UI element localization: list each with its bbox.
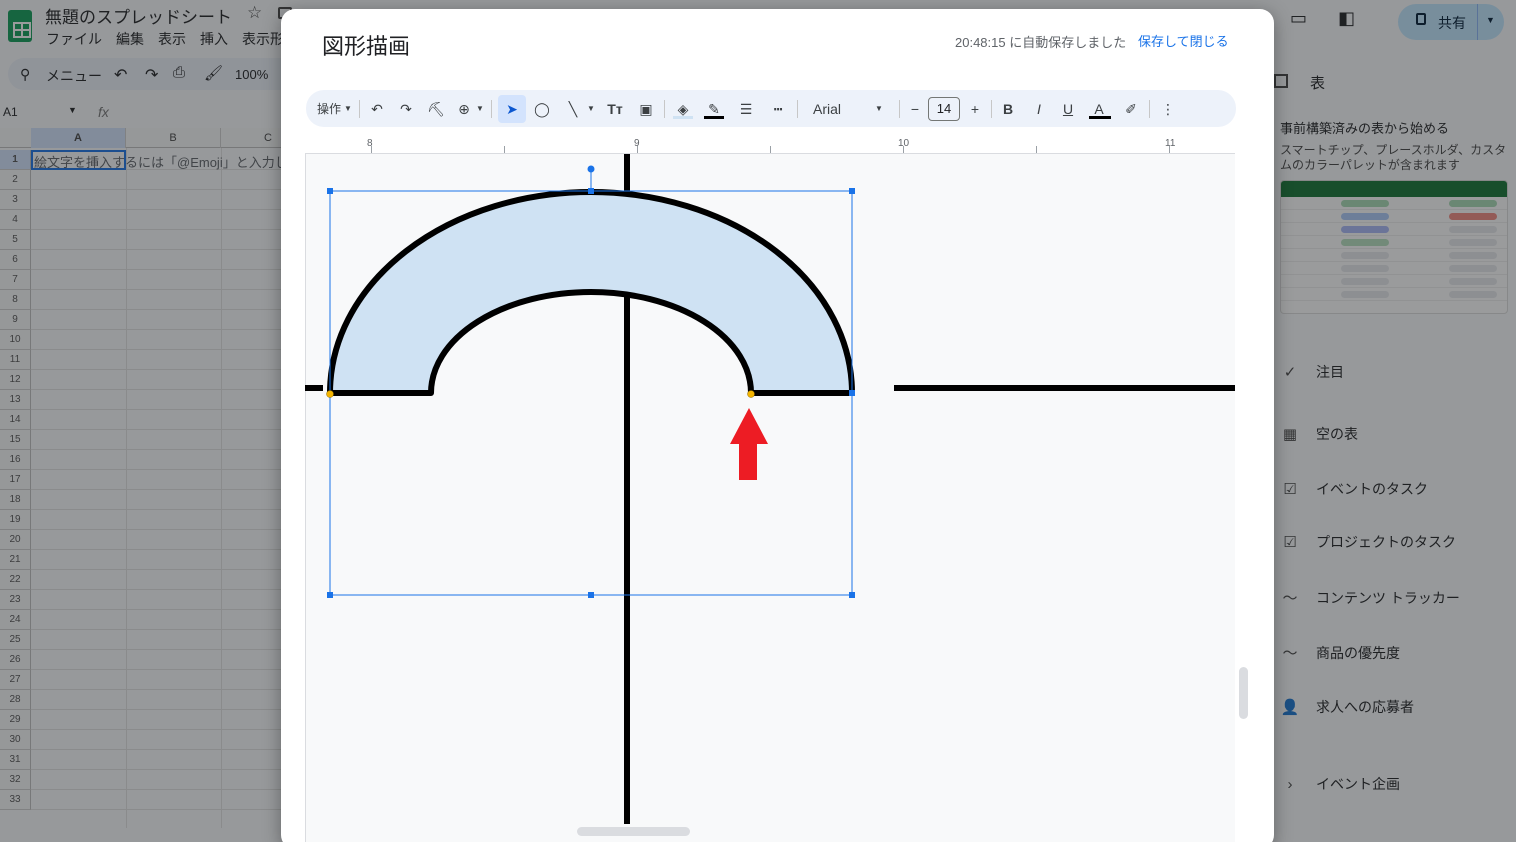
decrease-font-size-icon[interactable]: − [909,98,921,120]
ruler-tick [1169,146,1170,153]
chevron-down-icon[interactable]: ▼ [344,98,352,120]
resize-handle[interactable] [588,592,594,598]
ruler-tick [903,146,904,153]
shape-icon[interactable]: ◯ [534,98,550,120]
increase-font-size-icon[interactable]: + [969,98,981,120]
drawing-dialog: 図形描画 20:48:15 に自動保存しました 保存して閉じる 操作 ▼ ↶ ↷… [281,9,1274,842]
vertical-scrollbar[interactable] [1239,667,1248,719]
ruler-tick [1036,146,1037,153]
toolbar-divider [991,100,992,118]
image-icon[interactable]: ▣ [638,98,654,120]
text-box-icon[interactable]: Tт [605,98,625,120]
zoom-icon[interactable]: ⊕ [456,98,472,120]
resize-handle[interactable] [327,592,333,598]
redo-icon[interactable]: ↷ [398,98,414,120]
block-arc-shape[interactable] [327,189,855,396]
ruler-tick [371,146,372,153]
toolbar-divider [359,100,360,118]
resize-handle[interactable] [588,188,594,194]
font-select[interactable]: Arial [813,98,841,120]
text-color-swatch [1089,116,1111,119]
underline-button[interactable]: U [1061,98,1075,120]
rotate-handle[interactable] [587,165,595,173]
adjust-handle[interactable] [747,390,755,398]
ruler-tick [637,146,638,153]
toolbar-divider [1149,100,1150,118]
chevron-down-icon[interactable]: ▼ [476,98,484,120]
resize-handle[interactable] [849,390,855,396]
toolbar-divider [491,100,492,118]
ruler-tick [770,146,771,153]
font-size-input[interactable]: 14 [928,97,960,121]
select-pointer-icon[interactable]: ➤ [504,98,520,120]
autosave-status: 20:48:15 に自動保存しました [955,35,1127,50]
resize-handle[interactable] [849,592,855,598]
fill-color-swatch [673,116,693,119]
chevron-down-icon[interactable]: ▼ [875,98,883,120]
ruler-label: 11 [1165,138,1176,149]
red-up-arrow [730,408,768,480]
ruler-tick [504,146,505,153]
paint-format-icon[interactable]: ⛏ [427,98,445,120]
border-dash-icon[interactable]: ┅ [770,98,786,120]
adjust-handle[interactable] [326,390,334,398]
toolbar-divider [797,100,798,118]
horizontal-scrollbar[interactable] [577,827,690,836]
border-color-swatch [704,116,724,119]
bold-button[interactable]: B [1001,98,1015,120]
line-icon[interactable]: ╲ [565,98,581,120]
save-and-close-button[interactable]: 保存して閉じる [1138,31,1229,50]
border-weight-icon[interactable]: ☰ [738,98,754,120]
actions-menu[interactable]: 操作 [317,98,341,120]
resize-handle[interactable] [327,188,333,194]
undo-icon[interactable]: ↶ [369,98,385,120]
toolbar-divider [899,100,900,118]
more-options-icon[interactable]: ⋮ [1161,98,1175,120]
drawing-shapes[interactable] [305,154,1235,842]
resize-handle[interactable] [849,188,855,194]
toolbar-divider [664,100,665,118]
highlight-icon[interactable]: ✐ [1123,98,1139,120]
dialog-title: 図形描画 [322,34,411,59]
chevron-down-icon[interactable]: ▼ [587,98,595,120]
italic-button[interactable]: I [1032,98,1046,120]
